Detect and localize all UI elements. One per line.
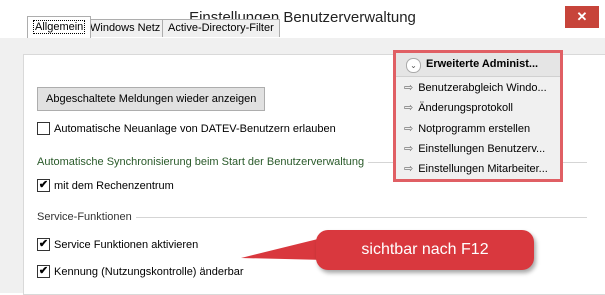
- advanced-admin-title: Erweiterte Administ...: [426, 58, 539, 70]
- tab-windows-netz[interactable]: Windows Netz: [84, 19, 167, 37]
- close-icon[interactable]: ✕: [565, 6, 599, 28]
- tab-label: Windows Netz: [90, 22, 161, 34]
- menu-item-label: Benutzerabgleich Windo...: [418, 82, 547, 94]
- tab-allgemein[interactable]: Allgemein: [27, 16, 92, 38]
- arrow-right-icon: ⇨: [404, 102, 414, 114]
- datacenter-label: mit dem Rechenzentrum: [54, 180, 174, 192]
- annotation-callout: sichtbar nach F12: [316, 230, 534, 270]
- arrow-right-icon: ⇨: [404, 82, 414, 94]
- service-activate-checkbox[interactable]: ✔: [37, 238, 50, 251]
- datacenter-checkbox[interactable]: ✔: [37, 179, 50, 192]
- menu-item-label: Einstellungen Benutzerv...: [418, 143, 546, 155]
- service-group-title: Service-Funktionen: [37, 211, 136, 224]
- tab-label: Allgemein: [33, 20, 86, 34]
- annotation-text: sichtbar nach F12: [361, 241, 489, 258]
- menu-item-user-sync[interactable]: ⇨ Benutzerabgleich Windo...: [404, 80, 556, 97]
- service-activate-checkbox-row[interactable]: ✔ Service Funktionen aktivieren: [37, 238, 257, 252]
- arrow-right-icon: ⇨: [404, 123, 414, 135]
- chevron-down-icon[interactable]: ⌄: [406, 58, 421, 73]
- id-changeable-checkbox[interactable]: ✔: [37, 265, 50, 278]
- arrow-right-icon: ⇨: [404, 163, 414, 175]
- menu-item-change-log[interactable]: ⇨ Änderungsprotokoll: [404, 100, 556, 117]
- service-activate-label: Service Funktionen aktivieren: [54, 239, 199, 251]
- menu-item-emergency-program[interactable]: ⇨ Notprogramm erstellen: [404, 121, 556, 138]
- id-changeable-label: Kennung (Nutzungskontrolle) änderbar: [54, 266, 244, 278]
- id-changeable-checkbox-row[interactable]: ✔ Kennung (Nutzungskontrolle) änderbar: [37, 265, 297, 279]
- datacenter-checkbox-row[interactable]: ✔ mit dem Rechenzentrum: [37, 179, 237, 193]
- tab-label: Active-Directory-Filter: [168, 22, 274, 34]
- auto-create-checkbox[interactable]: [37, 122, 50, 135]
- auto-create-checkbox-row[interactable]: Automatische Neuanlage von DATEV-Benutze…: [37, 122, 377, 136]
- advanced-admin-menu: ⌄ Erweiterte Administ... ⇨ Benutzerabglei…: [393, 50, 563, 182]
- menu-item-user-settings[interactable]: ⇨ Einstellungen Benutzerv...: [404, 141, 556, 158]
- menu-item-label: Notprogramm erstellen: [418, 123, 531, 135]
- arrow-right-icon: ⇨: [404, 143, 414, 155]
- auto-create-label: Automatische Neuanlage von DATEV-Benutze…: [54, 123, 336, 135]
- advanced-admin-header[interactable]: ⌄ Erweiterte Administ...: [396, 53, 560, 77]
- menu-item-label: Einstellungen Mitarbeiter...: [418, 163, 548, 175]
- tab-active-directory-filter[interactable]: Active-Directory-Filter: [162, 19, 280, 37]
- menu-item-label: Änderungsprotokoll: [418, 102, 514, 114]
- show-disabled-messages-button[interactable]: Abgeschaltete Meldungen wieder anzeigen: [37, 87, 266, 111]
- menu-item-employee-settings[interactable]: ⇨ Einstellungen Mitarbeiter...: [404, 161, 556, 178]
- sync-group-title: Automatische Synchronisierung beim Start…: [37, 156, 369, 169]
